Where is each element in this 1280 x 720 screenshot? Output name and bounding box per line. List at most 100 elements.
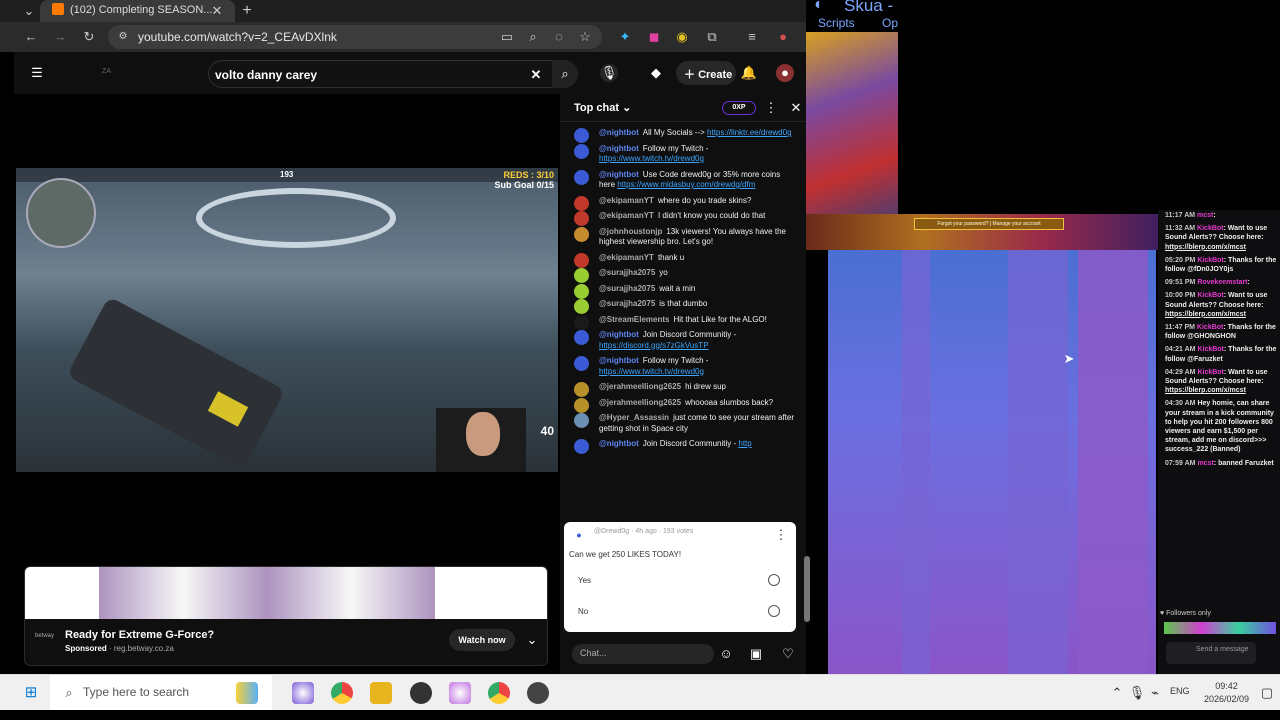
chat-author-name[interactable]: @jerahmeelliong2625 (599, 382, 681, 391)
kick-author-name[interactable]: KickBot (1197, 369, 1223, 376)
forest-video[interactable]: ➤ (828, 250, 1156, 674)
show-hidden-icons-chevron-icon[interactable]: ⌃ (1108, 684, 1126, 702)
kick-message-input[interactable]: Send a message (1166, 642, 1256, 664)
chat-message[interactable]: @nightbot Join Discord Communitiy - http (560, 437, 806, 454)
chat-message[interactable]: @ekipamanYT I didn't know you could do th… (560, 209, 806, 226)
kick-chat-message[interactable]: 07:59 AM mcst: banned Faruzket (1158, 458, 1280, 471)
poll-more-icon[interactable]: ⋮ (772, 526, 790, 544)
chat-author-name[interactable]: @nightbot (599, 330, 639, 339)
chat-author-name[interactable]: @nightbot (599, 144, 639, 153)
profile-icon[interactable]: ● (774, 28, 792, 46)
kick-author-name[interactable]: KickBot (1197, 346, 1223, 353)
chat-mode-dropdown[interactable]: Top chat ⌄ (574, 101, 631, 114)
heart-icon[interactable]: ♡ (779, 645, 797, 663)
kick-chat-message[interactable]: 09:51 PM Rovekeemstart: (1158, 277, 1280, 290)
kick-author-name[interactable]: KickBot (1197, 324, 1223, 331)
chat-message[interactable]: @jerahmeelliong2625 hi drew sup (560, 380, 806, 397)
kick-message-link[interactable]: https://blerp.com/x/mcst (1165, 244, 1246, 251)
chat-author-name[interactable]: @surajjha2075 (599, 268, 655, 277)
skua-taskbar-icon[interactable] (527, 682, 549, 704)
chat-message-link[interactable]: https://discord.gg/s7zGkVusTP (599, 341, 709, 350)
chat-author-name[interactable]: @ekipamanYT (599, 196, 654, 205)
hamburger-menu-icon[interactable]: ☰ (28, 64, 46, 82)
poll-option-yes[interactable]: Yes (578, 576, 591, 585)
tab-list-chevron-icon[interactable]: ⌄ (20, 2, 38, 20)
taskbar-clock[interactable]: 09:42 2026/02/09 (1204, 680, 1249, 706)
account-avatar[interactable]: ● (776, 64, 794, 82)
back-arrow-icon[interactable]: ← (22, 28, 40, 46)
chat-author-name[interactable]: @surajjha2075 (599, 284, 655, 293)
kick-chat-message[interactable]: 11:32 AM KickBot: Want to use Sound Aler… (1158, 223, 1280, 255)
forward-arrow-icon[interactable]: → (51, 28, 69, 46)
bookmark-star-icon[interactable]: ☆ (576, 28, 594, 46)
tab-close-icon[interactable]: ✕ (208, 2, 226, 20)
kick-chat-messages[interactable]: 11:17 AM mcst: 11:32 AM KickBot: Want to… (1158, 210, 1280, 471)
extension-2-icon[interactable]: ◼ (645, 28, 663, 46)
kick-author-name[interactable]: KickBot (1197, 225, 1223, 232)
menu-options[interactable]: Op (882, 16, 898, 30)
site-info-icon[interactable]: ⚙ (114, 28, 132, 46)
game-account-links[interactable]: Forgot your password? | Manage your acco… (914, 218, 1064, 230)
sponsored-ad[interactable]: betway Ready for Extreme G-Force? Sponso… (24, 566, 548, 666)
ad-banner-image[interactable] (25, 567, 547, 619)
copilot-icon[interactable] (292, 682, 314, 704)
search-icon[interactable]: ⌕ (552, 60, 578, 88)
chat-message-link[interactable]: https://www.midasbuy.com/drewdg/dfm (617, 180, 755, 189)
file-explorer-icon[interactable] (370, 682, 392, 704)
chat-author-name[interactable]: @nightbot (599, 356, 639, 365)
notifications-bell-icon[interactable]: 🔔 (740, 64, 758, 82)
ad-chevron-down-icon[interactable]: ⌄ (523, 631, 541, 649)
chat-author-name[interactable]: @nightbot (599, 439, 639, 448)
video-frame[interactable]: 193 REDS : 3/10 Sub Goal 0/15 40 (16, 168, 558, 472)
chat-message-link[interactable]: http (738, 439, 751, 448)
app-icon[interactable] (449, 682, 471, 704)
new-tab-icon[interactable]: + (238, 2, 256, 20)
chat-message[interactable]: @jerahmeelliong2625 whoooaa slumbos back? (560, 396, 806, 413)
voice-search-extension-icon[interactable]: ◆ (647, 64, 665, 82)
cast-icon[interactable]: ▭ (498, 28, 516, 46)
chat-message-link[interactable]: https://www.twitch.tv/drewd0g (599, 154, 704, 163)
clear-search-icon[interactable]: ✕ (527, 66, 545, 84)
kick-author-name[interactable]: Rovekeemstart (1197, 279, 1247, 286)
kick-author-name[interactable]: KickBot (1197, 292, 1223, 299)
extension-3-icon[interactable]: ◉ (673, 28, 691, 46)
chat-message[interactable]: @nightbot Follow my Twitch - https://www.… (560, 354, 806, 380)
chat-message[interactable]: @nightbot Join Discord Communitiy - https… (560, 328, 806, 354)
microphone-icon[interactable]: 🎙 (1128, 684, 1146, 702)
chat-message[interactable]: @nightbot Use Code drewd0g or 35% more co… (560, 168, 806, 194)
chrome-icon[interactable] (331, 682, 353, 704)
kick-author-name[interactable]: KickBot (1197, 257, 1223, 264)
kick-chat-message[interactable]: 11:47 PM KickBot: Thanks for the follow … (1158, 322, 1280, 344)
kick-message-link[interactable]: https://blerp.com/x/mcst (1165, 387, 1246, 394)
kick-chat-message[interactable]: 10:00 PM KickBot: Want to use Sound Aler… (1158, 290, 1280, 322)
extensions-puzzle-icon[interactable]: ⧉ (703, 28, 721, 46)
chat-message-link[interactable]: https://linktr.ee/drewd0g (707, 128, 792, 137)
eye-off-icon[interactable]: ◌ (550, 28, 568, 46)
ad-title[interactable]: Ready for Extreme G-Force? (65, 629, 214, 641)
chat-message[interactable]: @surajjha2075 wait a min (560, 282, 806, 299)
chat-author-avatar[interactable] (574, 226, 589, 242)
media-control-icon[interactable]: ≡ (743, 28, 761, 46)
super-chat-icon[interactable]: ▣ (747, 645, 765, 663)
chrome-profile-icon[interactable] (488, 682, 510, 704)
chat-author-name[interactable]: @ekipamanYT (599, 211, 654, 220)
chat-message[interactable]: @ekipamanYT thank u (560, 251, 806, 268)
kick-author-name[interactable]: mcst (1197, 212, 1213, 219)
chat-author-name[interactable]: @johnhoustonjp (599, 227, 662, 236)
kick-chat-message[interactable]: 04:21 AM KickBot: Thanks for the follow … (1158, 344, 1280, 366)
zoom-icon[interactable]: ⌕ (524, 28, 542, 46)
search-input[interactable]: volto danny carey ✕ (208, 60, 564, 88)
chat-author-name[interactable]: @surajjha2075 (599, 299, 655, 308)
obs-icon[interactable] (410, 682, 432, 704)
windows-start-icon[interactable]: ⊞ (22, 684, 40, 702)
kick-author-name[interactable]: mcst (1197, 460, 1213, 467)
chat-author-name[interactable]: @nightbot (599, 170, 639, 179)
chat-author-avatar[interactable] (574, 330, 589, 345)
voice-search-mic-icon[interactable]: 🎙 (600, 64, 618, 82)
chat-message-list[interactable]: @nightbot All My Socials --> https://link… (560, 126, 806, 524)
chat-author-avatar[interactable] (574, 413, 589, 428)
network-icon[interactable]: ⌁ (1146, 684, 1164, 702)
kick-chat-message[interactable]: 04:30 AM Hey homie, can share your strea… (1158, 398, 1280, 457)
widget-icon[interactable] (236, 682, 258, 704)
close-chat-icon[interactable]: ✕ (787, 99, 805, 117)
